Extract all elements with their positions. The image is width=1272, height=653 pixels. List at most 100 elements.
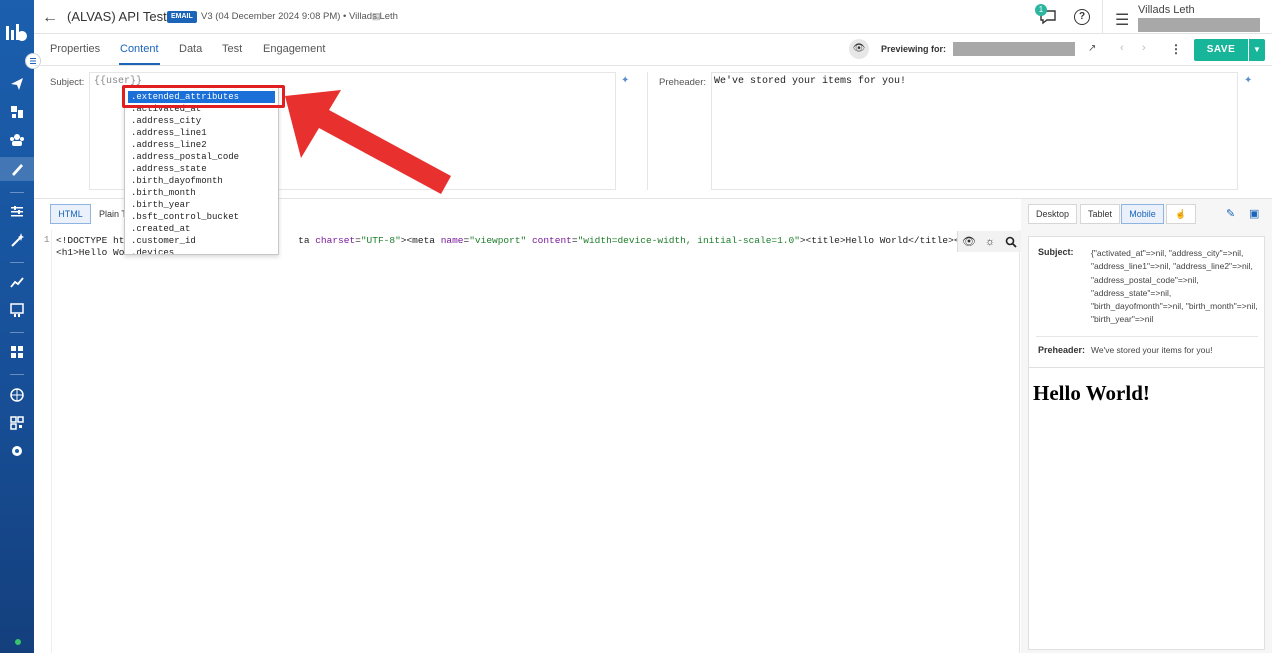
preview-eye-icon[interactable]: 👁 [849,39,869,59]
preview-divider [1036,336,1258,337]
tab-properties[interactable]: Properties [50,43,100,55]
autocomplete-option[interactable]: .bsft_control_bucket [125,211,278,223]
tab-bar: Properties Content Data Test Engagement … [34,34,1272,66]
content-brush-icon[interactable] [9,161,25,177]
version-text: V3 (04 December 2024 9:08 PM) [201,11,341,22]
code-string: "UTF-8" [360,235,401,246]
theme-sun-icon[interactable]: ☼ [982,234,998,250]
editor-toolbar: 👁 ☼ [957,231,1021,252]
status-online-dot [15,639,21,645]
device-tablet-button[interactable]: Tablet [1080,204,1120,224]
annotation-arrow-icon [285,90,451,194]
preview-subject-label: Subject: [1038,247,1074,257]
sidebar-divider [10,374,24,375]
sidebar-divider [10,332,24,333]
tab-engagement[interactable]: Engagement [263,43,325,55]
analytics-icon[interactable] [9,274,25,290]
code-text: <!DOCTYPE htm [56,235,131,246]
audience-icon[interactable] [9,132,25,148]
save-dropdown-icon[interactable]: ▼ [1249,39,1265,61]
autocomplete-option[interactable]: .address_line1 [125,127,278,139]
autocomplete-option[interactable]: .address_postal_code [125,151,278,163]
edit-icon[interactable]: ✎ [1226,207,1235,220]
tab-test[interactable]: Test [222,43,242,55]
settings-gear-icon[interactable] [9,443,25,459]
send-icon[interactable] [9,76,25,92]
touch-pointer-icon[interactable]: ☝ [1166,204,1196,224]
field-divider [647,72,648,190]
filters-icon[interactable] [9,204,25,220]
next-user-icon[interactable]: › [1142,42,1146,54]
autocomplete-option[interactable]: .birth_year [125,199,278,211]
channel-badge: EMAIL [167,11,197,23]
search-icon[interactable] [1003,234,1019,250]
autocomplete-option[interactable]: .address_line2 [125,139,278,151]
preview-preheader-label: Preheader: [1038,345,1086,355]
preview-eye-icon[interactable]: 👁 [961,234,977,250]
html-format-button[interactable]: HTML [50,204,91,224]
autocomplete-option[interactable]: .devices [125,247,278,254]
annotation-highlight-box [122,85,285,108]
sidebar-divider [10,192,24,193]
preview-divider [1028,367,1265,368]
code-attr: name [440,235,464,246]
version-info[interactable]: V3 (04 December 2024 9:08 PM) • Villads … [201,11,398,22]
autocomplete-option[interactable]: .created_at [125,223,278,235]
user-name[interactable]: Villads Leth [1138,4,1195,16]
version-separator: • [343,11,347,22]
code-string: "width=device-width, initial-scale=1.0" [577,235,800,246]
preview-subject-text: {"activated_at"=>nil, "address_city"=>ni… [1091,248,1258,325]
preheader-magic-wand-icon[interactable]: ✦ [1244,75,1252,86]
sidebar-divider [10,262,24,263]
reports-icon[interactable] [9,302,25,318]
history-icon[interactable]: ▤ [372,11,381,22]
preview-user-select[interactable] [953,42,1075,56]
autocomplete-dropdown: .extended_attributes .activated_at .addr… [124,87,279,255]
active-tab-indicator [119,63,160,65]
globe-icon[interactable] [9,387,25,403]
notification-count-badge: 1 [1035,4,1047,16]
more-options-icon[interactable]: ⋮ [1170,42,1182,56]
tab-content[interactable]: Content [120,43,159,55]
autocomplete-option[interactable]: .birth_month [125,187,278,199]
code-attr: content [531,235,572,246]
qr-icon[interactable] [9,415,25,431]
device-desktop-button[interactable]: Desktop [1028,204,1077,224]
line-number: 1 [44,235,50,245]
help-icon[interactable]: ? [1074,9,1090,25]
external-link-icon[interactable]: ↗ [1088,43,1096,54]
campaign-title: (ALVAS) API Test [67,9,167,24]
preview-preheader-text: We've stored your items for you! [1091,345,1213,355]
preheader-label: Preheader: [659,77,707,88]
autocomplete-option[interactable]: .address_city [125,115,278,127]
preview-heading: Hello World! [1033,381,1150,405]
subject-magic-wand-icon[interactable]: ✦ [621,75,629,86]
code-line-2[interactable]: <h1>Hello Wor [56,247,130,258]
prev-user-icon[interactable]: ‹ [1120,42,1124,54]
device-mobile-button[interactable]: Mobile [1121,204,1164,224]
code-editor[interactable] [34,230,1020,653]
tab-data[interactable]: Data [179,43,202,55]
autocomplete-option[interactable]: .birth_dayofmonth [125,175,278,187]
magic-icon[interactable] [9,232,25,248]
code-text: ta [298,235,316,246]
back-arrow-icon[interactable]: ← [42,9,58,27]
user-org-redacted [1138,18,1260,32]
hamburger-menu-icon[interactable]: ☰ [1115,10,1129,30]
editor-gutter [34,230,52,653]
previewing-for-label: Previewing for: [881,44,947,54]
preheader-field[interactable] [711,72,1238,190]
autocomplete-option[interactable]: .customer_id [125,235,278,247]
topbar-divider [1102,0,1103,34]
segments-icon[interactable] [9,104,25,120]
autocomplete-option[interactable]: .address_state [125,163,278,175]
app-logo-icon[interactable] [4,20,30,44]
preheader-value[interactable]: We've stored your items for you! [714,76,906,87]
inspect-icon[interactable]: ▣ [1249,207,1259,220]
code-attr: charset [315,235,356,246]
save-button[interactable]: SAVE [1194,39,1248,61]
apps-icon[interactable] [9,344,25,360]
top-bar: ← (ALVAS) API Test EMAIL V3 (04 December… [34,0,1272,34]
code-string: "viewport" [469,235,527,246]
subject-label: Subject: [50,77,85,88]
